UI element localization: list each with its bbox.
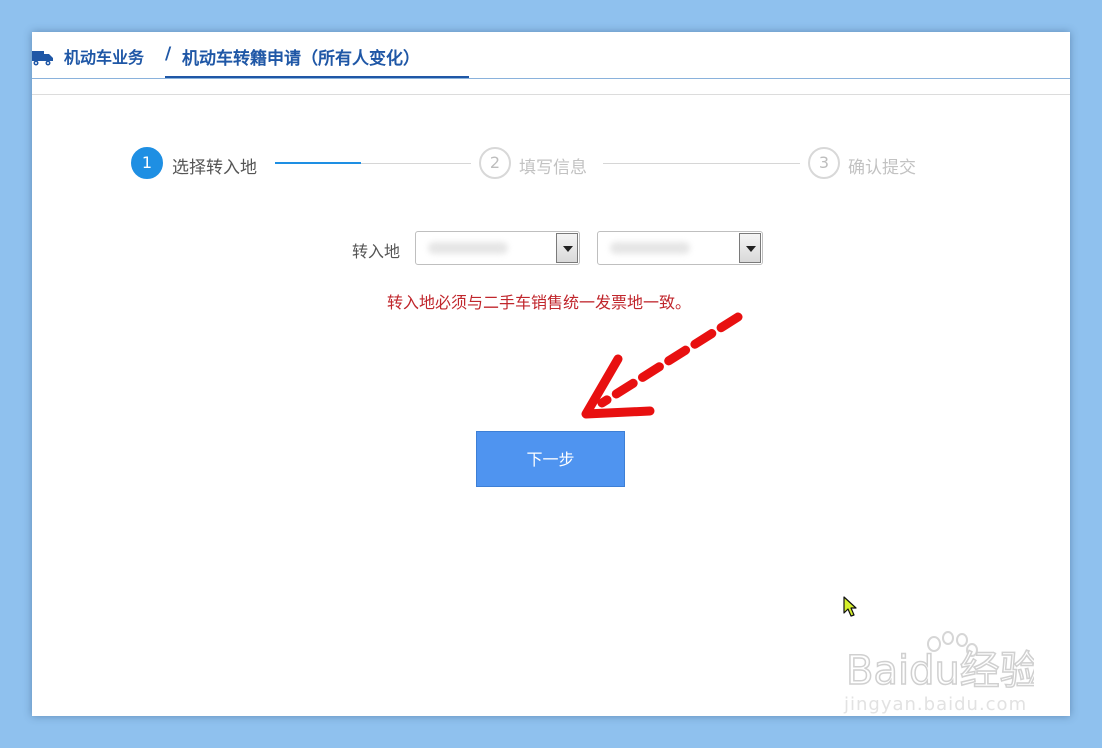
watermark-url: jingyan.baidu.com <box>844 694 1028 715</box>
watermark-logo-text: Baidu经验 <box>846 648 1034 692</box>
step-connector-line <box>361 163 471 164</box>
step-2-circle: 2 <box>479 147 511 179</box>
breadcrumb: 机动车业务 / 机动车转籍申请（所有人变化） <box>32 32 1070 79</box>
step-3-circle: 3 <box>808 147 840 179</box>
app-window: 机动车业务 / 机动车转籍申请（所有人变化） 1 选择转入地 2 填写信息 3 … <box>32 32 1070 716</box>
baidu-watermark-logo: Baidu经验 <box>845 631 1034 692</box>
truck-icon <box>32 51 53 66</box>
blurred-selected-value <box>610 242 690 254</box>
divider <box>32 94 1070 95</box>
step-progress-line <box>275 162 361 164</box>
mouse-cursor-icon <box>843 596 857 617</box>
page-title: 机动车转籍申请（所有人变化） <box>182 49 420 69</box>
next-step-button[interactable]: 下一步 <box>476 431 625 487</box>
breadcrumb-separator: / <box>165 44 172 64</box>
annotation-arrow <box>581 312 743 419</box>
city-select[interactable] <box>597 231 763 265</box>
step-1-label: 选择转入地 <box>172 158 257 178</box>
step-3-label: 确认提交 <box>848 158 916 178</box>
destination-label: 转入地 <box>352 242 401 261</box>
active-tab-indicator <box>165 76 469 78</box>
breadcrumb-parent-link[interactable]: 机动车业务 <box>64 44 144 68</box>
step-1-circle: 1 <box>131 147 163 179</box>
select-dropdown-icon[interactable] <box>739 233 761 263</box>
step-connector-line <box>603 163 800 164</box>
province-select[interactable] <box>415 231 580 265</box>
blurred-selected-value <box>428 242 508 254</box>
step-2-label: 填写信息 <box>519 158 587 178</box>
select-dropdown-icon[interactable] <box>556 233 578 263</box>
